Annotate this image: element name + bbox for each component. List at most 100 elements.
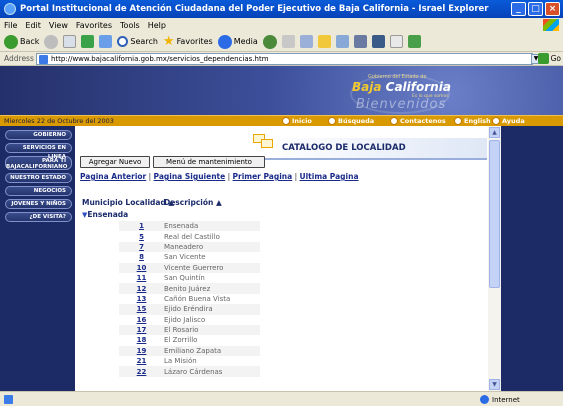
discuss-icon[interactable] (335, 35, 349, 48)
stop-icon[interactable] (63, 35, 77, 48)
col-header-descripcion[interactable]: Descripción ▲ (164, 198, 222, 207)
row-id-link[interactable]: 19 (119, 347, 164, 355)
vertical-scrollbar[interactable]: ▲ ▼ (488, 126, 501, 391)
add-new-button[interactable]: Agregar Nuevo (80, 156, 150, 168)
row-desc: Vicente Guerrero (164, 263, 224, 272)
address-input[interactable]: http://www.bajacalifornia.gob.mx/servici… (36, 53, 533, 65)
row-id-link[interactable]: 17 (119, 326, 164, 334)
mail-icon[interactable] (281, 35, 295, 48)
page-viewport: Gobierno del Estado de Baja California E… (0, 66, 563, 391)
minimize-button[interactable]: _ (511, 2, 526, 16)
row-id-link[interactable]: 11 (119, 274, 164, 282)
row-desc: Benito Juárez (164, 284, 211, 293)
sidebar-item-para-ti[interactable]: PARA TI BAJACALIFORNIANO (5, 156, 72, 170)
row-desc: Maneadero (164, 242, 204, 251)
sidebar-item-negocios[interactable]: NEGOCIOS (5, 186, 72, 196)
right-margin (501, 126, 563, 391)
zone-label: Internet (492, 395, 520, 404)
sidebar-item-servicios[interactable]: SERVICIOS EN LINEA (5, 143, 72, 160)
row-id-link[interactable]: 21 (119, 357, 164, 365)
nav-inicio-label: Inicio (292, 117, 312, 125)
first-page-link[interactable]: Primer Pagina (233, 172, 293, 181)
menu-edit[interactable]: Edit (25, 21, 41, 30)
history-icon[interactable] (262, 34, 277, 49)
home-icon[interactable] (99, 35, 113, 48)
prev-page-link[interactable]: Pagina Anterior (80, 172, 146, 181)
nav-busqueda[interactable]: Búsqueda (328, 117, 374, 125)
scroll-down-icon[interactable]: ▼ (489, 379, 500, 390)
row-desc: El Rosario (164, 326, 199, 335)
forward-arrow-icon[interactable] (44, 34, 59, 49)
media-button[interactable]: Media (217, 34, 258, 49)
search-icon (117, 36, 129, 47)
row-desc: El Zorrillo (164, 336, 198, 345)
menu-tools[interactable]: Tools (120, 21, 140, 30)
row-id-link[interactable]: 7 (119, 243, 164, 251)
nav-contactenos[interactable]: Contactenos (390, 117, 446, 125)
logo-brand-a: Baja (352, 80, 382, 94)
next-page-link[interactable]: Pagina Siguiente (154, 172, 226, 181)
group-header[interactable]: ▼Ensenada (82, 210, 128, 219)
favorites-label: Favorites (176, 37, 213, 46)
row-id-link[interactable]: 1 (119, 222, 164, 230)
col-header-municipio[interactable]: Municipio Localidad ▲ (82, 198, 174, 207)
menu-help[interactable]: Help (148, 21, 166, 30)
menu-favorites[interactable]: Favorites (76, 21, 112, 30)
research-icon[interactable] (371, 35, 385, 48)
table-row: 19 Emiliano Zapata (119, 345, 260, 357)
messenger-icon[interactable] (353, 35, 367, 48)
media-icon (217, 34, 232, 49)
menu-view[interactable]: View (49, 21, 68, 30)
maximize-button[interactable]: □ (528, 2, 543, 16)
row-id-link[interactable]: 5 (119, 233, 164, 241)
row-id-link[interactable]: 18 (119, 336, 164, 344)
scroll-up-icon[interactable]: ▲ (489, 127, 500, 138)
welcome-text: Bienvenidos (356, 97, 447, 112)
nav-english[interactable]: English (454, 117, 491, 125)
group-label: Ensenada (87, 210, 129, 219)
top-nav: Miercoles 22 de Octubre del 2003 Inicio … (0, 115, 563, 126)
globe-icon (480, 395, 489, 404)
row-id-link[interactable]: 22 (119, 368, 164, 376)
table-row: 5 Real del Castillo (119, 231, 260, 241)
home-icon (282, 117, 290, 125)
row-id-link[interactable]: 10 (119, 264, 164, 272)
row-desc: Emiliano Zapata (164, 346, 222, 355)
row-id-link[interactable]: 12 (119, 285, 164, 293)
pagination-links: Pagina Anterior | Pagina Siguiente | Pri… (80, 172, 359, 181)
nav-ayuda[interactable]: Ayuda (492, 117, 525, 125)
sidebar-item-nuestro-estado[interactable]: NUESTRO ESTADO (5, 173, 72, 183)
favorites-button[interactable]: ★ Favorites (163, 34, 213, 49)
table-row: 10 Vicente Guerrero (119, 262, 260, 273)
locality-table: 1 Ensenada 5 Real del Castillo 7 Maneadero … (119, 221, 260, 377)
row-id-link[interactable]: 13 (119, 295, 164, 303)
sidebar-item-gobierno[interactable]: GOBIERNO (5, 130, 72, 140)
sidebar-item-de-visita[interactable]: ¿DE VISITA? (5, 212, 72, 222)
state-logo: Gobierno del Estado de Baja California E… (352, 74, 451, 112)
refresh-icon[interactable] (81, 35, 95, 48)
maintenance-menu-button[interactable]: Menú de mantenimiento (153, 156, 265, 168)
back-button[interactable]: Back (4, 34, 39, 49)
row-desc: San Vicente (164, 253, 206, 262)
table-row: 1 Ensenada (119, 221, 260, 232)
browser-toolbar: Back Search ★ Favorites Media (0, 32, 563, 52)
nav-inicio[interactable]: Inicio (282, 117, 312, 125)
last-page-link[interactable]: Ultima Pagina (300, 172, 359, 181)
print-icon[interactable] (299, 35, 313, 48)
table-row: 8 San Vicente (119, 252, 260, 262)
nav-english-label: English (464, 117, 491, 125)
edit-icon[interactable] (317, 35, 331, 48)
tool-icon[interactable] (389, 35, 403, 48)
scroll-thumb[interactable] (489, 140, 500, 288)
menu-file[interactable]: File (4, 21, 17, 30)
row-id-link[interactable]: 8 (119, 253, 164, 261)
close-button[interactable]: × (545, 2, 560, 16)
search-button[interactable]: Search (117, 36, 158, 47)
extension-icon[interactable] (407, 35, 421, 48)
row-id-link[interactable]: 15 (119, 305, 164, 313)
sidebar-item-jovenes[interactable]: JOVENES Y NIÑOS (5, 199, 72, 209)
ie-icon (4, 3, 16, 15)
page-status-icon (4, 395, 13, 404)
row-id-link[interactable]: 16 (119, 316, 164, 324)
go-button[interactable]: Go (537, 53, 561, 64)
